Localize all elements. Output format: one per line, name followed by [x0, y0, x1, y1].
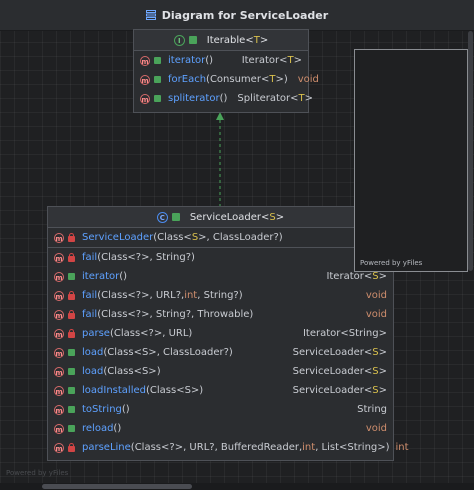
method-icon: m — [54, 271, 64, 282]
horizontal-scrollbar-thumb[interactable] — [42, 484, 192, 489]
method-icon: m — [140, 74, 150, 85]
iterable-type-param: T — [253, 34, 260, 46]
private-icon — [67, 253, 76, 262]
method-row-reload[interactable]: m reload() void — [48, 419, 393, 438]
method-row-fail-3[interactable]: m fail (Class<?>, String?, Throwable) voi… — [48, 305, 393, 324]
serviceloader-header: C ServiceLoader<S> — [48, 207, 393, 228]
public-icon — [67, 272, 76, 281]
diagram-overview-panel[interactable]: Powered by yFiles — [354, 49, 468, 272]
private-icon — [67, 310, 76, 319]
method-row-fail-1[interactable]: m fail (Class<?>, String?) — [48, 248, 393, 267]
constructor-row[interactable]: m ServiceLoader (Class< S >, ClassLoader?) — [48, 228, 393, 248]
method-row-load-2[interactable]: m load (Class<S>) ServiceLoader<S> — [48, 362, 393, 381]
public-icon — [153, 75, 162, 84]
overview-powered-by: Powered by yFiles — [360, 259, 423, 267]
public-icon — [67, 348, 76, 357]
method-icon: m — [54, 252, 64, 263]
horizontal-scrollbar[interactable] — [0, 483, 474, 490]
method-icon: m — [54, 385, 64, 396]
private-icon — [67, 443, 76, 452]
iterable-interface-node[interactable]: I Iterable<T> m iterator() Iterator<T> m… — [133, 29, 319, 113]
method-row-iterator[interactable]: m iterator() Iterator<S> — [48, 267, 393, 286]
public-icon — [188, 36, 197, 44]
method-icon: m — [54, 366, 64, 377]
powered-by-watermark: Powered by yFiles — [6, 469, 69, 477]
vertical-scrollbar-thumb[interactable] — [468, 31, 473, 271]
iterable-method-spliterator[interactable]: m spliterator() Spliterator<T> — [134, 89, 313, 108]
iterable-method-foreach[interactable]: m forEach (Consumer< T >) void — [134, 70, 319, 89]
public-icon — [67, 405, 76, 414]
method-icon: m — [54, 328, 64, 339]
serviceloader-class-node[interactable]: C ServiceLoader<S> m ServiceLoader (Class… — [47, 206, 409, 461]
public-icon — [67, 386, 76, 395]
serviceloader-type-param: S — [269, 211, 276, 223]
public-icon — [153, 94, 162, 103]
iterable-title: Iterable — [206, 34, 246, 46]
private-icon — [67, 233, 76, 242]
vertical-scrollbar[interactable] — [467, 31, 474, 483]
public-icon — [153, 56, 162, 65]
public-icon — [67, 424, 76, 433]
method-row-fail-2[interactable]: m fail (Class<?>, URL?, int, String?) voi… — [48, 286, 393, 305]
method-icon: m — [140, 93, 150, 104]
iterable-header: I Iterable<T> — [134, 30, 308, 51]
method-row-load-1[interactable]: m load (Class<S>, ClassLoader?) ServiceLo… — [48, 343, 393, 362]
serviceloader-title: ServiceLoader — [189, 211, 262, 223]
method-icon: m — [54, 442, 64, 453]
iterable-method-iterator[interactable]: m iterator() Iterator<T> — [134, 51, 308, 70]
private-icon — [67, 291, 76, 300]
method-icon: m — [54, 309, 64, 320]
method-row-parseline[interactable]: m parseLine (Class<?>, URL?, BufferedRead… — [48, 438, 409, 457]
method-icon: m — [54, 232, 64, 243]
method-icon: m — [54, 290, 64, 301]
method-icon: m — [54, 404, 64, 415]
method-row-tostring[interactable]: m toString() String — [48, 400, 393, 419]
public-icon — [171, 213, 180, 221]
class-icon: C — [156, 211, 168, 223]
interface-icon: I — [173, 34, 185, 46]
method-row-parse[interactable]: m parse (Class<?>, URL) Iterator<String> — [48, 324, 393, 343]
method-row-loadinstalled[interactable]: m loadInstalled (Class<S>) ServiceLoader<… — [48, 381, 393, 400]
method-icon: m — [54, 347, 64, 358]
private-icon — [67, 329, 76, 338]
method-icon: m — [54, 423, 64, 434]
method-icon: m — [140, 55, 150, 66]
public-icon — [67, 367, 76, 376]
